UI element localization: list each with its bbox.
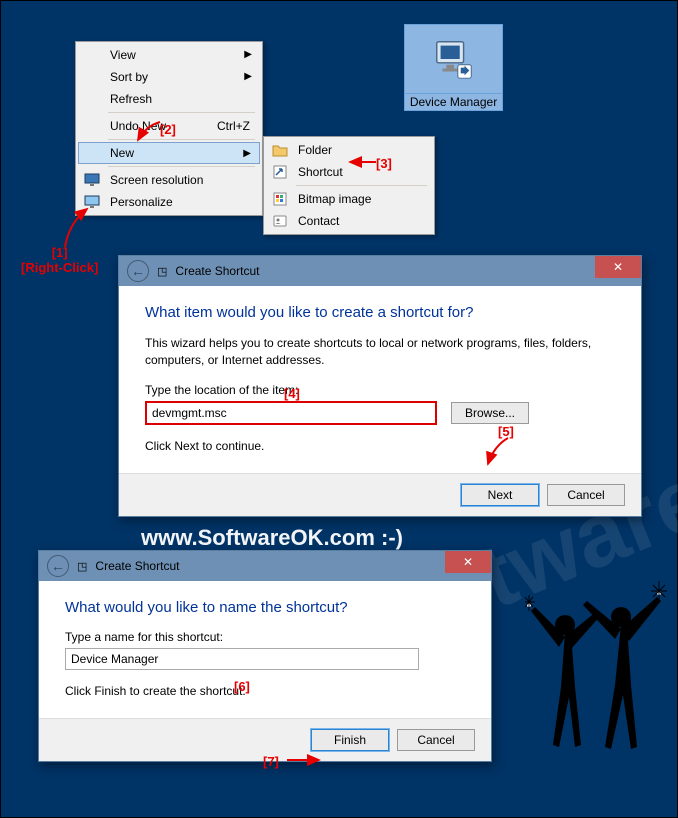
shortcut-icon [271, 164, 289, 180]
watermark-horizontal: www.SoftwareOK.com :-) [141, 525, 403, 551]
back-button[interactable]: ← [127, 260, 149, 282]
dialog-hint: Click Next to continue. [145, 439, 615, 453]
decorative-silhouette [521, 567, 671, 767]
dialog-title: Create Shortcut [95, 559, 179, 573]
desktop-shortcut-label: Device Manager [404, 94, 503, 111]
close-button[interactable]: ✕ [595, 256, 641, 278]
callout-2: [2] [160, 122, 176, 137]
name-label: Type a name for this shortcut: [65, 630, 465, 644]
next-button[interactable]: Next [461, 484, 539, 506]
device-manager-icon [404, 24, 503, 94]
folder-icon [271, 142, 289, 158]
new-submenu: Folder Shortcut Bitmap image Contact [263, 136, 435, 235]
menu-item-sort-by[interactable]: Sort by▶ [78, 66, 260, 88]
menu-item-personalize[interactable]: Personalize [78, 191, 260, 213]
location-input[interactable] [145, 401, 437, 425]
create-shortcut-dialog-step1: ← ◳ Create Shortcut ✕ What item would yo… [118, 255, 642, 517]
menu-item-new[interactable]: New▶ [78, 142, 260, 164]
menu-item-refresh[interactable]: Refresh [78, 88, 260, 110]
back-button[interactable]: ← [47, 555, 69, 577]
chevron-right-icon: ▶ [244, 49, 252, 60]
dialog-hint: Click Finish to create the shortcut. [65, 684, 465, 698]
dialog-titlebar[interactable]: ← ◳ Create Shortcut ✕ [39, 551, 491, 581]
cancel-button[interactable]: Cancel [397, 729, 475, 751]
callout-3: [3] [376, 156, 392, 171]
browse-button[interactable]: Browse... [451, 402, 529, 424]
dialog-heading: What would you like to name the shortcut… [65, 599, 465, 616]
close-button[interactable]: ✕ [445, 551, 491, 573]
callout-7: [7] [263, 754, 279, 769]
callout-4: [4] [284, 386, 300, 401]
contact-icon [271, 213, 289, 229]
cancel-button[interactable]: Cancel [547, 484, 625, 506]
bitmap-icon [271, 191, 289, 207]
dialog-titlebar[interactable]: ← ◳ Create Shortcut ✕ [119, 256, 641, 286]
location-label: Type the location of the item: [145, 383, 615, 397]
name-input[interactable] [65, 648, 419, 670]
dialog-help-text: This wizard helps you to create shortcut… [145, 335, 615, 369]
dialog-heading: What item would you like to create a sho… [145, 304, 615, 321]
desktop-shortcut-device-manager[interactable]: Device Manager [404, 24, 503, 111]
finish-button[interactable]: Finish [311, 729, 389, 751]
callout-5: [5] [498, 424, 514, 439]
menu-item-view[interactable]: View▶ [78, 44, 260, 66]
dialog-title: Create Shortcut [175, 264, 259, 278]
menu-item-bitmap-image[interactable]: Bitmap image [266, 188, 432, 210]
menu-item-contact[interactable]: Contact [266, 210, 432, 232]
shortcut-small-icon: ◳ [157, 265, 167, 278]
chevron-right-icon: ▶ [243, 148, 251, 159]
chevron-right-icon: ▶ [244, 71, 252, 82]
shortcut-text: Ctrl+Z [217, 119, 250, 133]
callout-6: [6] [234, 679, 250, 694]
menu-item-screen-resolution[interactable]: Screen resolution [78, 169, 260, 191]
callout-1: [1] [Right-Click] [21, 245, 98, 275]
shortcut-small-icon: ◳ [77, 560, 87, 573]
monitor-icon [83, 172, 101, 188]
create-shortcut-dialog-step2: ← ◳ Create Shortcut ✕ What would you lik… [38, 550, 492, 762]
